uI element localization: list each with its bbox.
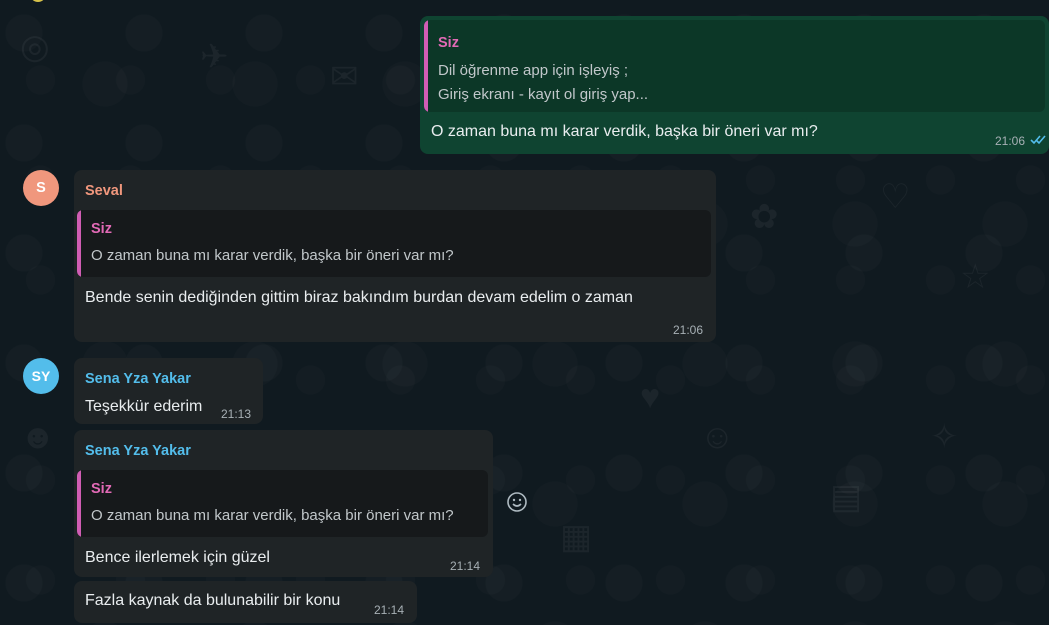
incoming-message[interactable]: Seval Siz O zaman buna mı karar verdik, … [74,170,716,342]
message-time: 21:14 [374,603,405,617]
quoted-message[interactable]: Siz Dil öğrenme app için işleyiş ; Giriş… [424,20,1045,112]
wallpaper-compass-icon: ✧ [930,418,959,456]
quote-text-line-1: Dil öğrenme app için işleyiş ; [438,62,629,79]
avatar[interactable]: S [23,170,59,206]
message-text: Bende senin dediğinden gittim biraz bakı… [85,289,633,306]
quote-sender: Siz [438,35,459,51]
message-time: 21:13 [221,407,252,421]
wallpaper-plane-icon: ✈ [200,38,229,76]
message-sender[interactable]: Seval [85,183,123,199]
quoted-message[interactable]: Siz O zaman buna mı karar verdik, başka … [77,210,711,277]
incoming-message[interactable]: Fazla kaynak da bulunabilir bir konu 21:… [74,581,417,623]
incoming-message[interactable]: Sena Yza Yakar Siz O zaman buna mı karar… [74,430,493,577]
quote-text: O zaman buna mı karar verdik, başka bir … [91,247,454,264]
avatar[interactable]: SY [23,358,59,394]
wallpaper-smile-icon: ☻ [20,418,56,456]
message-text: Bence ilerlemek için güzel [85,549,270,566]
smiley-icon[interactable] [505,490,529,514]
message-text: Fazla kaynak da bulunabilir bir konu [85,592,341,609]
quote-accent-bar [424,20,428,112]
quote-accent-bar [77,470,81,537]
wallpaper-letter-icon: ✉ [330,58,359,96]
message-sender[interactable]: Sena Yza Yakar [85,443,191,459]
message-time: 21:14 [450,559,481,573]
message-sender[interactable]: Sena Yza Yakar [85,371,191,387]
message-time: 21:06 [995,134,1026,148]
incoming-message[interactable]: Sena Yza Yakar Teşekkür ederim 21:13 [74,358,263,424]
quote-accent-bar [77,210,81,277]
quote-text: O zaman buna mı karar verdik, başka bir … [91,507,454,524]
double-check-icon [1030,133,1048,151]
outgoing-message[interactable]: Siz Dil öğrenme app için işleyiş ; Giriş… [420,16,1049,154]
message-time: 21:06 [673,323,704,337]
quote-sender: Siz [91,221,112,237]
wallpaper-flower-icon: ✿ [750,198,779,236]
message-text: O zaman buna mı karar verdik, başka bir … [431,123,818,140]
wallpaper-smile-icon: ☺ [700,418,735,456]
message-text: Teşekkür ederim [85,398,203,415]
quote-sender: Siz [91,481,112,497]
wallpaper-star-icon: ☆ [960,258,991,296]
wallpaper-grid-icon: ▦ [560,518,593,556]
wallpaper-heart-icon: ♥ [640,378,661,416]
wallpaper-globe-icon: ◎ [20,28,50,66]
wallpaper-puzzle-icon: ▤ [830,478,863,516]
quote-text-line-2: Giriş ekranı - kayıt ol giriş yap... [438,86,649,103]
wallpaper-heart-icon: ♡ [880,178,911,216]
quoted-message[interactable]: Siz O zaman buna mı karar verdik, başka … [77,470,488,537]
